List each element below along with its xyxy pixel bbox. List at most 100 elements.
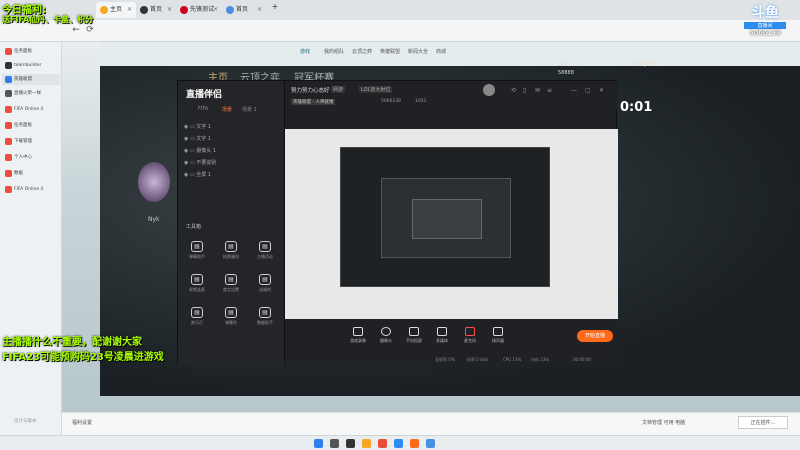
douyu-tab-icon bbox=[100, 6, 108, 14]
close-icon[interactable]: ✕ bbox=[257, 2, 262, 18]
close-icon[interactable]: ✕ bbox=[127, 2, 132, 18]
username: TeddyZY bbox=[630, 60, 656, 67]
lol-menu-tft[interactable]: 云顶之弈 bbox=[352, 48, 372, 55]
source-row[interactable]: ◉ ▭ 文字 1 bbox=[184, 135, 211, 142]
app-icon bbox=[5, 154, 12, 161]
camera-button[interactable]: 摄像头 bbox=[373, 327, 399, 344]
source-row[interactable]: ◉ ▭ 摄像头 1 bbox=[184, 147, 216, 154]
phone-icon[interactable]: ▯ bbox=[523, 87, 526, 94]
sidebar-item-4[interactable]: FIFA Online 4 bbox=[2, 104, 60, 115]
sidebar-item-6[interactable]: 下载管理 bbox=[2, 136, 60, 147]
tool-icon: ▤ bbox=[191, 307, 203, 318]
tab-index-2[interactable]: 首页 ✕ bbox=[222, 2, 266, 18]
microphone-button[interactable]: 麦克风 bbox=[457, 327, 483, 344]
new-tab-icon[interactable]: + bbox=[268, 2, 282, 11]
maximize-icon[interactable]: ▢ bbox=[585, 87, 591, 94]
toolbox-title: 工具箱 bbox=[186, 224, 202, 230]
live-tag[interactable]: 网游 bbox=[331, 86, 346, 93]
tool-data[interactable]: ▤ 数据助手 bbox=[250, 307, 280, 329]
welfare-settings-link[interactable]: 福利设置 bbox=[72, 419, 92, 426]
close-icon[interactable]: ✕ bbox=[599, 87, 604, 94]
close-icon[interactable]: ✕ bbox=[167, 2, 172, 18]
speaker-icon bbox=[493, 327, 503, 336]
tool-danmu-show[interactable]: ▤ 弹幕秀 bbox=[216, 307, 246, 329]
app-icon bbox=[5, 170, 12, 177]
browser-icon[interactable] bbox=[378, 439, 387, 448]
tool-marquee[interactable]: ▤ 跑马灯 bbox=[182, 307, 212, 329]
minimize-icon[interactable]: — bbox=[571, 87, 577, 94]
tool-video-link[interactable]: ▤ 视频连麦 bbox=[182, 274, 212, 296]
tool-danmu[interactable]: ▤ 弹幕助手 bbox=[182, 241, 212, 263]
sidebar-item-9[interactable]: FIFA Online 4 bbox=[2, 184, 60, 195]
lol-menu-shop[interactable]: 商城 bbox=[436, 48, 446, 55]
tool-welfare[interactable]: ▤ 送福利 bbox=[250, 274, 280, 296]
phone-cast-button[interactable]: 手机投屏 bbox=[401, 327, 427, 344]
sidebar-item-7[interactable]: 个人中心 bbox=[2, 152, 60, 163]
stream-time: 00:00:00 bbox=[573, 357, 591, 362]
app-icon bbox=[5, 76, 12, 83]
settings-icon[interactable]: ⟲ bbox=[511, 87, 516, 94]
game-tag[interactable]: LOL放大射位 bbox=[359, 86, 393, 93]
folder-icon[interactable] bbox=[362, 439, 371, 448]
windows-start-icon[interactable] bbox=[314, 439, 323, 448]
tool-icon: ▤ bbox=[191, 274, 203, 285]
sidebar-item-2[interactable]: 英雄联盟 bbox=[2, 74, 60, 85]
overlay-welfare-detail: 送FIFA仙丹、卡盒、积分 bbox=[2, 15, 94, 24]
menu-icon[interactable]: ≡ bbox=[547, 87, 552, 94]
stat-bitrate: 码率 0 kb/s bbox=[467, 357, 489, 362]
coin-count: 516 bbox=[558, 62, 568, 68]
browser-toolbar: ← ⟳ bbox=[0, 20, 800, 42]
sidebar-item-3[interactable]: 直播火柴一样 bbox=[2, 88, 60, 99]
mail-icon[interactable]: ✉ bbox=[535, 87, 540, 94]
tool-icon: ▤ bbox=[225, 307, 237, 318]
tab-home[interactable]: 主页 ✕ bbox=[96, 2, 136, 18]
tool-activity[interactable]: ▤ 主播活动 bbox=[250, 241, 280, 263]
tab-index[interactable]: 首页 ✕ bbox=[136, 2, 176, 18]
app-icon bbox=[5, 62, 12, 69]
close-icon[interactable]: ✕ bbox=[213, 2, 218, 18]
sidebar-footer[interactable]: 设计与版本 bbox=[2, 416, 60, 427]
tool-ticket[interactable]: ▤ 抢票福利 bbox=[216, 241, 246, 263]
lol-menu-game[interactable]: 游戏 bbox=[300, 48, 310, 55]
app-icon[interactable] bbox=[394, 439, 403, 448]
back-icon[interactable]: ← bbox=[70, 25, 82, 35]
tool-mute[interactable]: ▤ 禁言设置 bbox=[216, 274, 246, 296]
camera-icon bbox=[381, 327, 391, 336]
app-icon[interactable] bbox=[426, 439, 435, 448]
room-info[interactable]: 英雄联盟 - 人神就绪 bbox=[291, 99, 336, 105]
tab-icon bbox=[140, 6, 148, 14]
streaming-app-icon[interactable] bbox=[410, 439, 419, 448]
stream-title[interactable]: 努力努力心态好 bbox=[291, 86, 330, 94]
start-live-button[interactable]: 开始直播 bbox=[577, 330, 613, 342]
task-view-icon[interactable] bbox=[346, 439, 355, 448]
browser-tab-bar: 主页 ✕ 首页 ✕ 先锋测试 ✕ 首页 ✕ + bbox=[0, 0, 800, 20]
avatar[interactable] bbox=[483, 84, 495, 96]
app-icon bbox=[5, 48, 12, 55]
sidebar-item-0[interactable]: 任务面板 bbox=[2, 46, 60, 57]
lol-menu-team[interactable]: 我的组队 bbox=[324, 48, 344, 55]
refresh-icon[interactable]: ⟳ bbox=[84, 25, 96, 35]
tab-icon bbox=[226, 6, 234, 14]
source-row[interactable]: ◉ ▭ 文字 1 bbox=[184, 123, 211, 130]
sidebar-item-8[interactable]: 数据 bbox=[2, 168, 60, 179]
lol-menu-lol[interactable]: 英雄联盟 bbox=[380, 48, 400, 55]
sidebar-item-5[interactable]: 任务面板 bbox=[2, 120, 60, 131]
fan-count: 1051 bbox=[415, 99, 427, 104]
game-capture-button[interactable]: 游戏录像 bbox=[345, 327, 371, 344]
scene-tab-scene-1[interactable]: 场景 1 bbox=[242, 106, 257, 113]
speaker-button[interactable]: 扬声器 bbox=[485, 327, 511, 344]
media-button[interactable]: 多媒体 bbox=[429, 327, 455, 344]
taskbar bbox=[0, 435, 800, 450]
source-row[interactable]: ◉ ▭ 全屏 1 bbox=[184, 171, 211, 178]
stat-memory: 内存 23% bbox=[531, 357, 550, 362]
lol-menu-news[interactable]: 新闻大全 bbox=[408, 48, 428, 55]
scene-tab-scene[interactable]: 场景 bbox=[222, 106, 232, 113]
sidebar-item-1[interactable]: teambuilder bbox=[2, 60, 60, 71]
app-left-panel: 直播伴侣 FIFA 场景 场景 1 ◉ ▭ 文字 1 ◉ ▭ 文字 1 ◉ ▭ … bbox=[178, 81, 285, 366]
plugin-button[interactable]: 正在插件... bbox=[738, 416, 788, 429]
scene-tab-fifa[interactable]: FIFA bbox=[198, 106, 208, 112]
source-row[interactable]: ◉ ▭ 不要说别 bbox=[184, 159, 216, 166]
search-icon[interactable] bbox=[330, 439, 339, 448]
sidebar: 任务面板 teambuilder 英雄联盟 直播火柴一样 FIFA Online… bbox=[0, 42, 62, 435]
tab-pioneer-test[interactable]: 先锋测试 ✕ bbox=[176, 2, 222, 18]
